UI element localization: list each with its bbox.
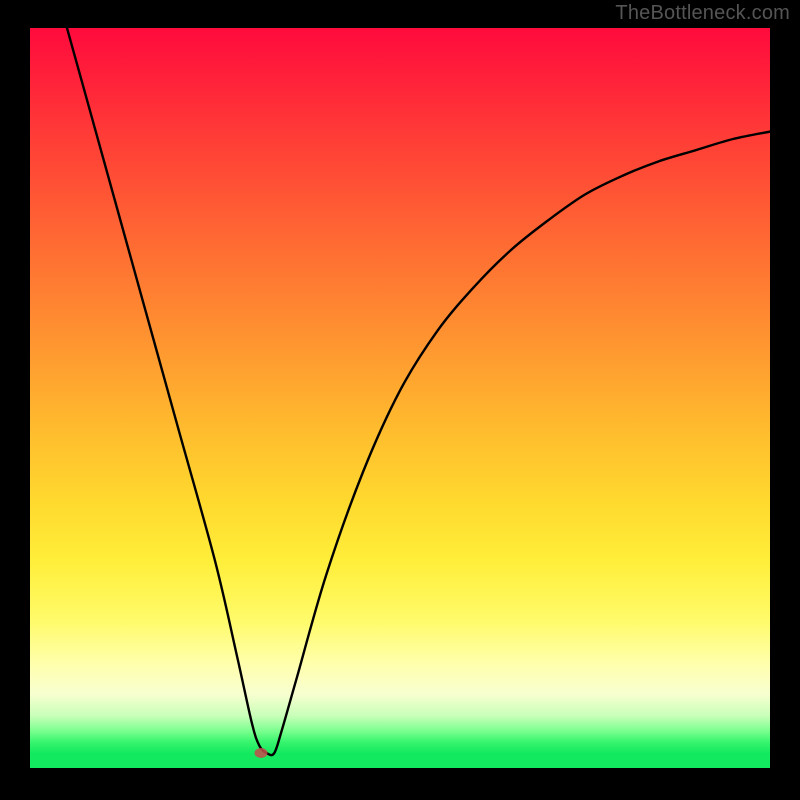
watermark-label: TheBottleneck.com xyxy=(615,2,790,25)
chart-frame: TheBottleneck.com xyxy=(0,0,800,800)
plot-area xyxy=(30,28,770,768)
bottleneck-curve xyxy=(30,28,770,768)
optimal-point-marker xyxy=(254,748,267,758)
